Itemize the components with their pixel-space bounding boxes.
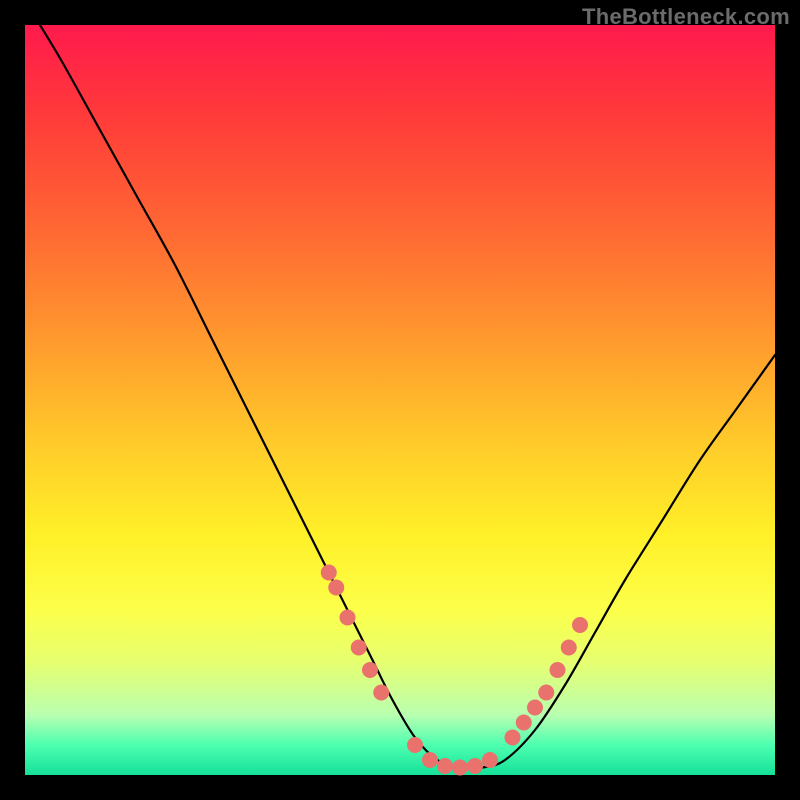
curve-marker — [538, 685, 554, 701]
curve-marker — [422, 752, 438, 768]
chart-frame: TheBottleneck.com — [0, 0, 800, 800]
curve-marker — [321, 565, 337, 581]
marker-group — [321, 565, 588, 776]
curve-marker — [340, 610, 356, 626]
curve-marker — [516, 715, 532, 731]
curve-marker — [505, 730, 521, 746]
bottleneck-curve — [40, 25, 775, 768]
bottleneck-curve-svg — [25, 25, 775, 775]
curve-marker — [362, 662, 378, 678]
watermark-text: TheBottleneck.com — [582, 4, 790, 30]
curve-marker — [550, 662, 566, 678]
curve-marker — [452, 760, 468, 776]
curve-marker — [572, 617, 588, 633]
curve-marker — [373, 685, 389, 701]
curve-marker — [407, 737, 423, 753]
curve-marker — [527, 700, 543, 716]
curve-marker — [351, 640, 367, 656]
curve-marker — [437, 758, 453, 774]
curve-marker — [328, 580, 344, 596]
curve-marker — [467, 758, 483, 774]
curve-marker — [482, 752, 498, 768]
plot-area — [25, 25, 775, 775]
curve-marker — [561, 640, 577, 656]
